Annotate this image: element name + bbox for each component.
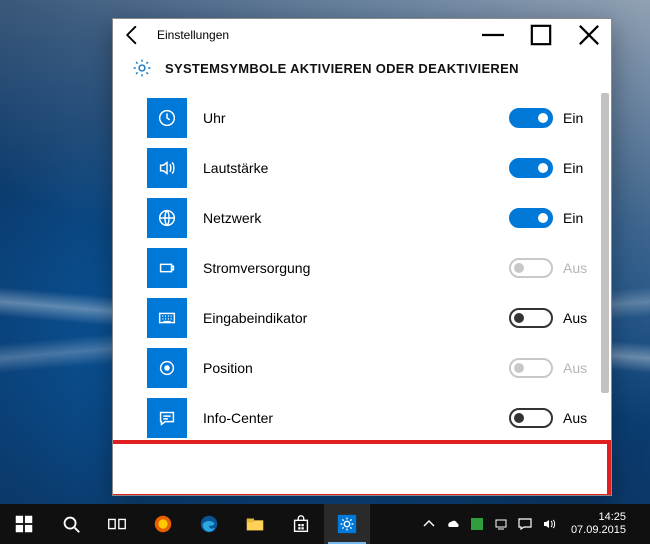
row-position: Position Aus bbox=[113, 343, 611, 393]
maximize-button[interactable] bbox=[519, 21, 563, 49]
tray-onedrive-icon[interactable] bbox=[445, 516, 461, 532]
row-label: Eingabeindikator bbox=[187, 310, 509, 326]
row-label: Info-Center bbox=[187, 410, 509, 426]
minimize-button[interactable] bbox=[471, 21, 515, 49]
state-label: Ein bbox=[553, 160, 587, 176]
state-label: Aus bbox=[553, 260, 587, 276]
annotation-highlight bbox=[113, 440, 611, 495]
row-label: Lautstärke bbox=[187, 160, 509, 176]
location-icon bbox=[147, 348, 187, 388]
state-label: Aus bbox=[553, 410, 587, 426]
keyboard-icon bbox=[147, 298, 187, 338]
taskbar-search[interactable] bbox=[48, 504, 94, 544]
network-icon bbox=[147, 198, 187, 238]
close-button[interactable] bbox=[567, 21, 611, 49]
state-label: Ein bbox=[553, 110, 587, 126]
row-uhr: Uhr Ein bbox=[113, 93, 611, 143]
toggle-info-center[interactable] bbox=[509, 408, 553, 428]
info-center-icon bbox=[147, 398, 187, 438]
tray-action-center-icon[interactable] bbox=[517, 516, 533, 532]
row-netzwerk: Netzwerk Ein bbox=[113, 193, 611, 243]
tray-chevron-up-icon[interactable] bbox=[421, 516, 437, 532]
taskbar-taskview[interactable] bbox=[94, 504, 140, 544]
taskbar-settings[interactable] bbox=[324, 504, 370, 544]
titlebar: Einstellungen bbox=[113, 19, 611, 51]
row-label: Stromversorgung bbox=[187, 260, 509, 276]
page-heading: SYSTEMSYMBOLE AKTIVIEREN ODER DEAKTIVIER… bbox=[165, 61, 519, 76]
toggle-eingabeindikator[interactable] bbox=[509, 308, 553, 328]
clock-date: 07.09.2015 bbox=[571, 524, 626, 537]
state-label: Aus bbox=[553, 310, 587, 326]
row-info-center: Info-Center Aus bbox=[113, 393, 611, 443]
window-title: Einstellungen bbox=[157, 28, 229, 42]
taskbar-edge[interactable] bbox=[186, 504, 232, 544]
toggle-position bbox=[509, 358, 553, 378]
row-lautstaerke: Lautstärke Ein bbox=[113, 143, 611, 193]
taskbar-file-explorer[interactable] bbox=[232, 504, 278, 544]
row-eingabeindikator: Eingabeindikator Aus bbox=[113, 293, 611, 343]
clock-time: 14:25 bbox=[571, 511, 626, 524]
toggle-lautstaerke[interactable] bbox=[509, 158, 553, 178]
scrollbar-thumb[interactable] bbox=[601, 93, 609, 393]
taskbar-firefox[interactable] bbox=[140, 504, 186, 544]
volume-icon bbox=[147, 148, 187, 188]
back-button[interactable] bbox=[119, 21, 147, 49]
taskbar-store[interactable] bbox=[278, 504, 324, 544]
battery-icon bbox=[147, 248, 187, 288]
gear-icon bbox=[131, 57, 153, 79]
row-label: Netzwerk bbox=[187, 210, 509, 226]
scrollbar[interactable] bbox=[601, 93, 609, 489]
taskbar-clock[interactable]: 14:25 07.09.2015 bbox=[565, 511, 632, 537]
toggle-uhr[interactable] bbox=[509, 108, 553, 128]
state-label: Ein bbox=[553, 210, 587, 226]
settings-window: Einstellungen SYSTEMSYMBOLE AKTIVIEREN O… bbox=[112, 18, 612, 496]
clock-icon bbox=[147, 98, 187, 138]
system-tray: 14:25 07.09.2015 bbox=[411, 504, 650, 544]
tray-network-icon[interactable] bbox=[493, 516, 509, 532]
row-label: Uhr bbox=[187, 110, 509, 126]
page-header: SYSTEMSYMBOLE AKTIVIEREN ODER DEAKTIVIER… bbox=[113, 51, 611, 89]
state-label: Aus bbox=[553, 360, 587, 376]
toggle-netzwerk[interactable] bbox=[509, 208, 553, 228]
taskbar: 14:25 07.09.2015 bbox=[0, 504, 650, 544]
tray-defender-icon[interactable] bbox=[469, 516, 485, 532]
toggle-stromversorgung bbox=[509, 258, 553, 278]
tray-volume-icon[interactable] bbox=[541, 516, 557, 532]
start-button[interactable] bbox=[0, 504, 48, 544]
row-label: Position bbox=[187, 360, 509, 376]
row-stromversorgung: Stromversorgung Aus bbox=[113, 243, 611, 293]
settings-list: Uhr Ein Lautstärke Ein Netzwerk Ein Stro… bbox=[113, 89, 611, 495]
